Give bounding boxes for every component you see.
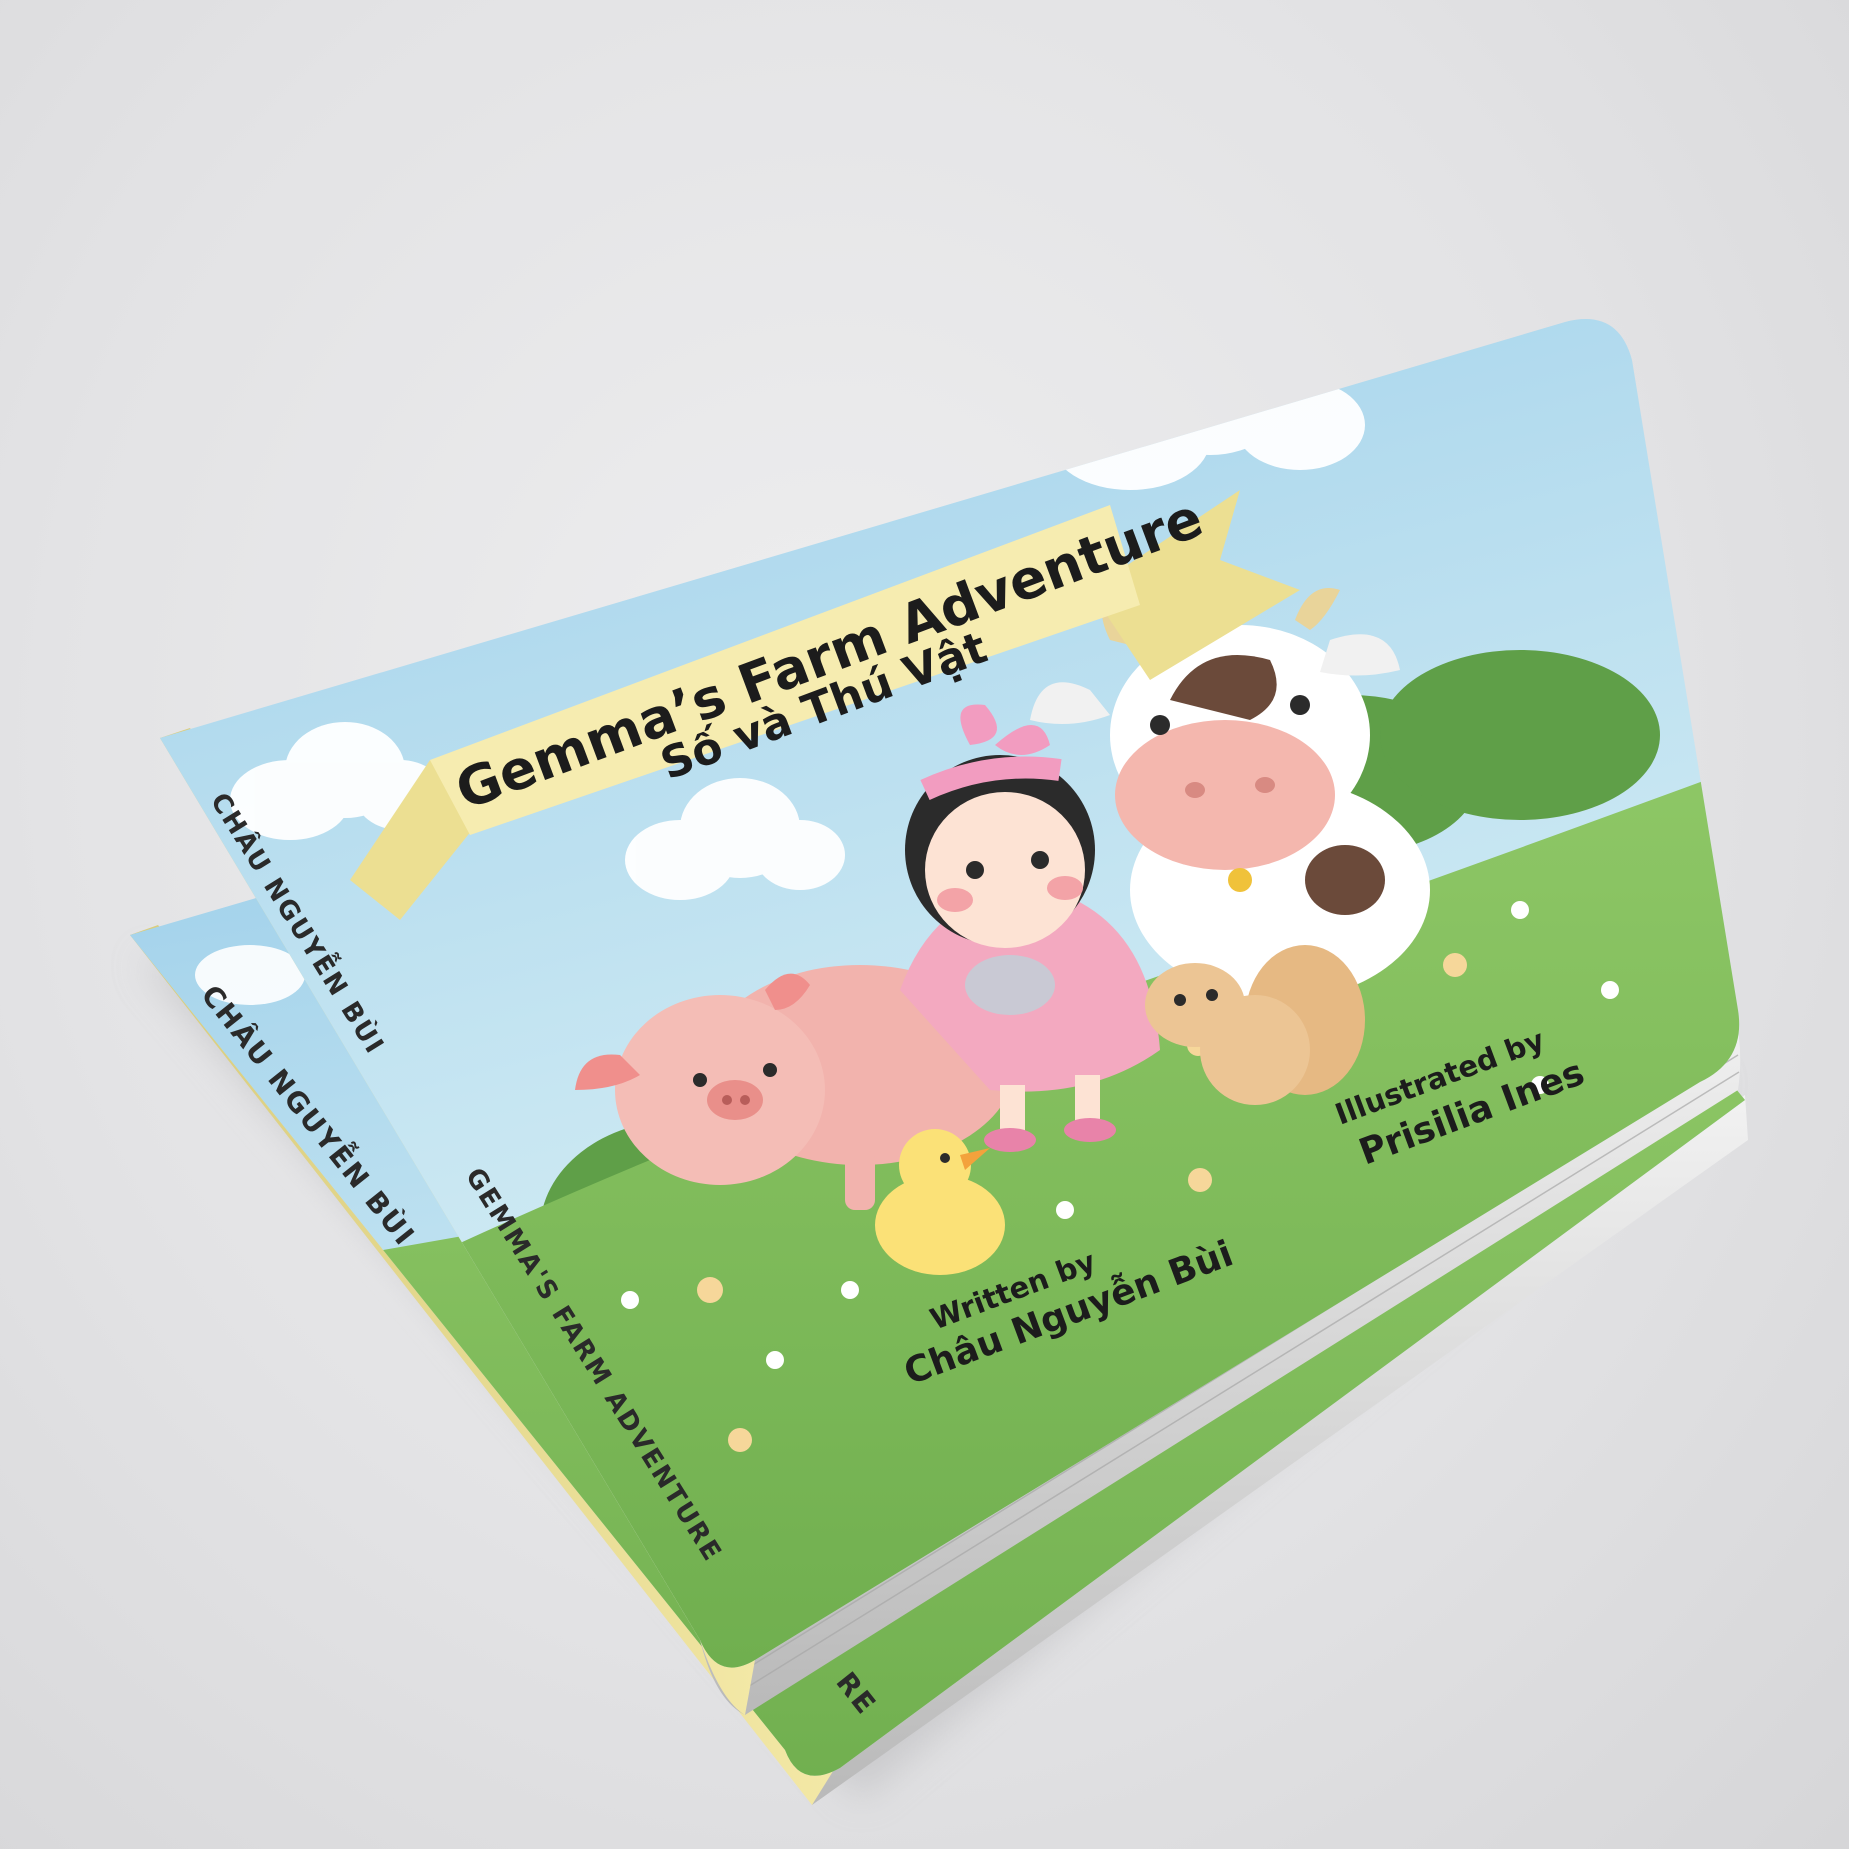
book-stack-illustration: CHÂU NGUYỄN BÙI RE Gemma’s Farm Adventur…	[130, 319, 1748, 1805]
top-book: Gemma’s Farm Adventure Số và Thú Vật Wri…	[160, 319, 1741, 1715]
cover-artwork: Gemma’s Farm Adventure Số và Thú Vật Wri…	[160, 319, 1740, 1668]
book-mockup-scene: CHÂU NGUYỄN BÙI RE Gemma’s Farm Adventur…	[0, 0, 1849, 1849]
